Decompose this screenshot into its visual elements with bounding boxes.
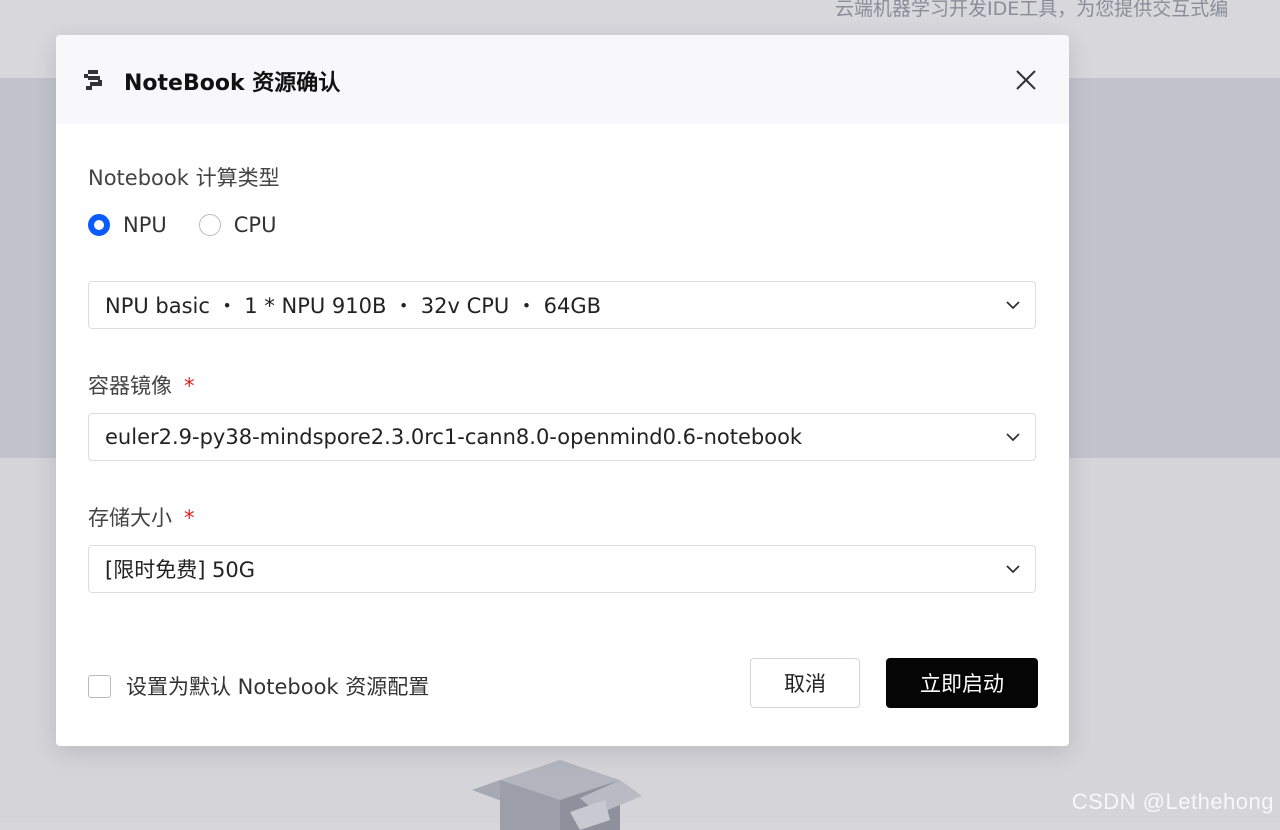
storage-select-value: [限时免费] 50G xyxy=(105,558,256,582)
dialog-header: NoteBook 资源确认 xyxy=(56,35,1069,124)
storage-label: 存储大小 * xyxy=(88,502,195,532)
radio-cpu-label: CPU xyxy=(233,213,277,237)
spec-select-value: NPU basic ・ 1 * NPU 910B ・ 32v CPU ・ 64G… xyxy=(105,294,602,318)
compute-type-label: Notebook 计算类型 xyxy=(88,166,280,190)
image-label: 容器镜像 * xyxy=(88,370,195,400)
compute-type-radio-group: NPU CPU xyxy=(88,213,308,237)
notebook-resource-dialog: NoteBook 资源确认 Notebook 计算类型 NPU CPU NPU … xyxy=(56,35,1069,746)
chevron-down-icon xyxy=(1006,433,1020,442)
radio-npu[interactable]: NPU xyxy=(88,213,167,237)
chevron-down-icon xyxy=(1006,301,1020,310)
cancel-button[interactable]: 取消 xyxy=(750,658,860,708)
background-subtitle: 云端机器学习开发IDE工具，为您提供交互式编 xyxy=(835,0,1229,20)
notebook-logo-icon xyxy=(84,70,102,90)
close-icon xyxy=(1016,70,1036,90)
close-button[interactable] xyxy=(1011,65,1041,95)
required-mark: * xyxy=(184,374,195,398)
chevron-down-icon xyxy=(1006,565,1020,574)
radio-cpu[interactable]: CPU xyxy=(198,213,277,237)
default-config-label: 设置为默认 Notebook 资源配置 xyxy=(126,675,430,699)
empty-box-illustration xyxy=(472,760,642,830)
start-now-button[interactable]: 立即启动 xyxy=(886,658,1038,708)
storage-select[interactable]: [限时免费] 50G xyxy=(88,545,1036,593)
default-config-checkbox-row[interactable]: 设置为默认 Notebook 资源配置 xyxy=(88,671,429,701)
image-label-text: 容器镜像 xyxy=(88,374,172,398)
required-mark: * xyxy=(184,506,195,530)
radio-npu-label: NPU xyxy=(123,213,167,237)
image-select[interactable]: euler2.9-py38-mindspore2.3.0rc1-cann8.0-… xyxy=(88,413,1036,461)
default-config-checkbox[interactable] xyxy=(88,674,111,698)
radio-cpu-indicator[interactable] xyxy=(198,214,221,236)
dialog-title: NoteBook 资源确认 xyxy=(124,71,341,96)
watermark: CSDN @Lethehong xyxy=(1071,789,1274,814)
radio-npu-indicator[interactable] xyxy=(88,214,110,236)
image-select-value: euler2.9-py38-mindspore2.3.0rc1-cann8.0-… xyxy=(105,425,803,449)
spec-select[interactable]: NPU basic ・ 1 * NPU 910B ・ 32v CPU ・ 64G… xyxy=(88,281,1036,329)
storage-label-text: 存储大小 xyxy=(88,506,172,530)
